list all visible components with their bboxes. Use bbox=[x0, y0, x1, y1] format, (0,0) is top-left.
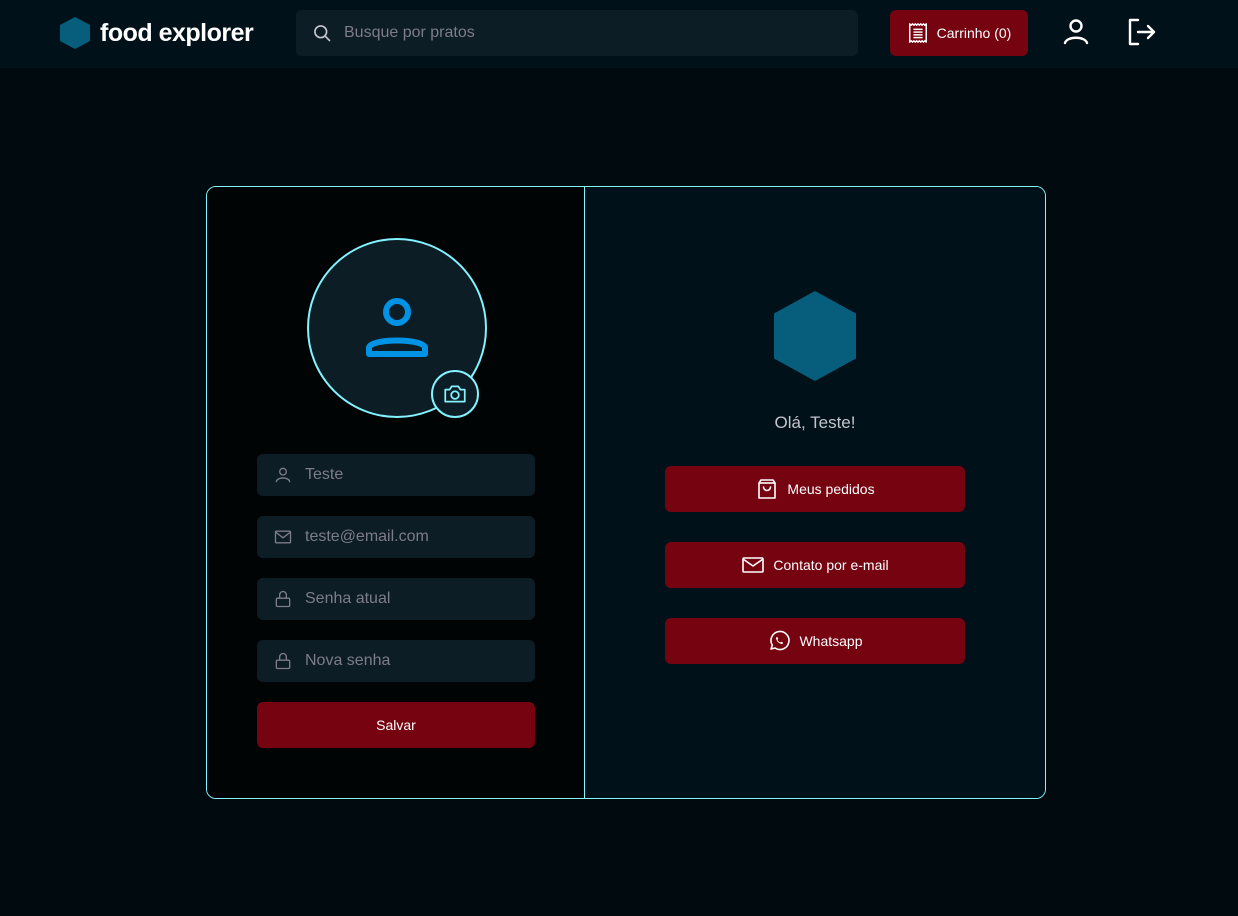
hexagon-logo-icon bbox=[60, 17, 90, 49]
profile-card: Salvar Olá, Teste! Meus pedidos Contato … bbox=[206, 186, 1046, 799]
email-field[interactable] bbox=[257, 516, 535, 558]
cart-label: Carrinho (0) bbox=[936, 25, 1012, 41]
new-password-field[interactable] bbox=[257, 640, 535, 682]
whatsapp-icon bbox=[770, 630, 791, 651]
whatsapp-button[interactable]: Whatsapp bbox=[665, 618, 965, 664]
email-contact-label: Contato por e-mail bbox=[773, 557, 889, 573]
email-input[interactable] bbox=[305, 528, 525, 546]
my-orders-button[interactable]: Meus pedidos bbox=[665, 466, 965, 512]
greeting-text: Olá, Teste! bbox=[774, 413, 856, 432]
sign-out-icon[interactable] bbox=[1125, 16, 1157, 48]
user-icon bbox=[275, 467, 291, 483]
mail-icon bbox=[742, 557, 765, 573]
welcome-panel: Olá, Teste! Meus pedidos Contato por e-m… bbox=[585, 187, 1045, 798]
user-avatar-icon bbox=[366, 298, 428, 357]
current-password-input[interactable] bbox=[305, 590, 525, 608]
email-contact-button[interactable]: Contato por e-mail bbox=[665, 542, 965, 588]
save-button[interactable]: Salvar bbox=[257, 702, 535, 748]
lock-icon bbox=[275, 652, 291, 670]
cart-button[interactable]: Carrinho (0) bbox=[890, 10, 1028, 56]
receipt-icon bbox=[908, 23, 927, 43]
header: food explorer Carrinho (0) bbox=[0, 0, 1238, 68]
brand-name: food explorer bbox=[100, 18, 254, 47]
name-field[interactable] bbox=[257, 454, 535, 496]
mail-icon bbox=[274, 530, 292, 544]
user-icon[interactable] bbox=[1060, 16, 1092, 48]
search-icon bbox=[314, 25, 331, 42]
profile-form-panel: Salvar bbox=[207, 187, 585, 798]
search-input[interactable] bbox=[344, 24, 824, 42]
shopping-bag-icon bbox=[758, 479, 777, 499]
search-bar[interactable] bbox=[296, 10, 858, 56]
current-password-field[interactable] bbox=[257, 578, 535, 620]
change-photo-button[interactable] bbox=[431, 370, 479, 418]
logo[interactable]: food explorer bbox=[60, 17, 254, 49]
lock-icon bbox=[275, 590, 291, 608]
name-input[interactable] bbox=[305, 466, 525, 484]
whatsapp-label: Whatsapp bbox=[799, 633, 863, 649]
camera-icon bbox=[444, 385, 466, 403]
my-orders-label: Meus pedidos bbox=[787, 481, 875, 497]
new-password-input[interactable] bbox=[305, 652, 525, 670]
hexagon-logo-icon bbox=[774, 291, 856, 381]
